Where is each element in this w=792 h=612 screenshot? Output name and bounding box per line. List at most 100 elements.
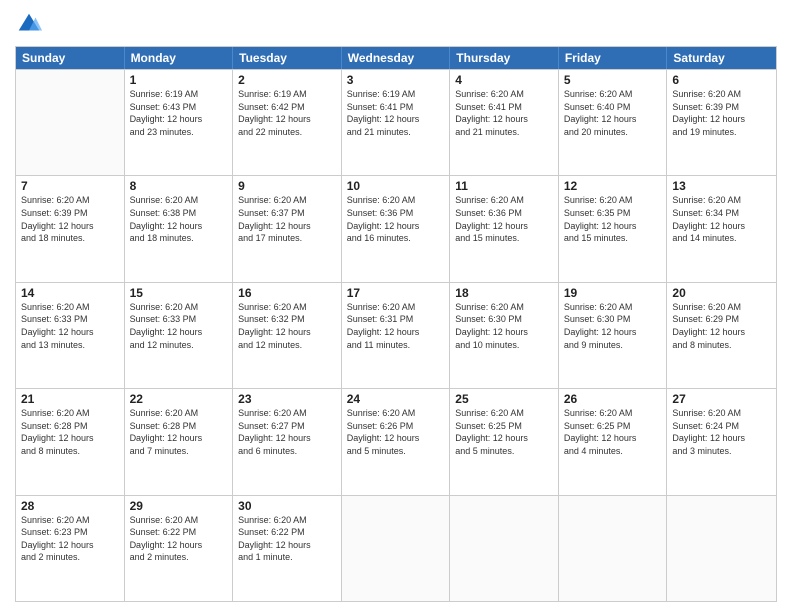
day-number: 18 xyxy=(455,286,553,300)
day-cell-27: 27Sunrise: 6:20 AM Sunset: 6:24 PM Dayli… xyxy=(667,389,776,494)
day-cell-11: 11Sunrise: 6:20 AM Sunset: 6:36 PM Dayli… xyxy=(450,176,559,281)
day-info: Sunrise: 6:19 AM Sunset: 6:43 PM Dayligh… xyxy=(130,88,228,138)
day-cell-23: 23Sunrise: 6:20 AM Sunset: 6:27 PM Dayli… xyxy=(233,389,342,494)
day-info: Sunrise: 6:20 AM Sunset: 6:39 PM Dayligh… xyxy=(672,88,771,138)
day-cell-26: 26Sunrise: 6:20 AM Sunset: 6:25 PM Dayli… xyxy=(559,389,668,494)
day-number: 26 xyxy=(564,392,662,406)
calendar-body: 1Sunrise: 6:19 AM Sunset: 6:43 PM Daylig… xyxy=(16,69,776,601)
day-info: Sunrise: 6:20 AM Sunset: 6:33 PM Dayligh… xyxy=(130,301,228,351)
day-info: Sunrise: 6:20 AM Sunset: 6:29 PM Dayligh… xyxy=(672,301,771,351)
day-number: 10 xyxy=(347,179,445,193)
day-info: Sunrise: 6:20 AM Sunset: 6:39 PM Dayligh… xyxy=(21,194,119,244)
day-number: 16 xyxy=(238,286,336,300)
day-number: 6 xyxy=(672,73,771,87)
day-info: Sunrise: 6:20 AM Sunset: 6:30 PM Dayligh… xyxy=(564,301,662,351)
day-info: Sunrise: 6:19 AM Sunset: 6:41 PM Dayligh… xyxy=(347,88,445,138)
day-cell-16: 16Sunrise: 6:20 AM Sunset: 6:32 PM Dayli… xyxy=(233,283,342,388)
day-cell-5: 5Sunrise: 6:20 AM Sunset: 6:40 PM Daylig… xyxy=(559,70,668,175)
logo-icon xyxy=(15,10,43,38)
day-cell-18: 18Sunrise: 6:20 AM Sunset: 6:30 PM Dayli… xyxy=(450,283,559,388)
day-info: Sunrise: 6:20 AM Sunset: 6:27 PM Dayligh… xyxy=(238,407,336,457)
empty-cell xyxy=(667,496,776,601)
day-cell-12: 12Sunrise: 6:20 AM Sunset: 6:35 PM Dayli… xyxy=(559,176,668,281)
day-number: 28 xyxy=(21,499,119,513)
day-cell-9: 9Sunrise: 6:20 AM Sunset: 6:37 PM Daylig… xyxy=(233,176,342,281)
day-cell-29: 29Sunrise: 6:20 AM Sunset: 6:22 PM Dayli… xyxy=(125,496,234,601)
day-number: 11 xyxy=(455,179,553,193)
day-number: 2 xyxy=(238,73,336,87)
day-cell-6: 6Sunrise: 6:20 AM Sunset: 6:39 PM Daylig… xyxy=(667,70,776,175)
day-header-wednesday: Wednesday xyxy=(342,47,451,69)
calendar-week-4: 21Sunrise: 6:20 AM Sunset: 6:28 PM Dayli… xyxy=(16,388,776,494)
day-cell-2: 2Sunrise: 6:19 AM Sunset: 6:42 PM Daylig… xyxy=(233,70,342,175)
empty-cell xyxy=(342,496,451,601)
day-info: Sunrise: 6:20 AM Sunset: 6:40 PM Dayligh… xyxy=(564,88,662,138)
day-number: 20 xyxy=(672,286,771,300)
calendar: SundayMondayTuesdayWednesdayThursdayFrid… xyxy=(15,46,777,602)
day-cell-22: 22Sunrise: 6:20 AM Sunset: 6:28 PM Dayli… xyxy=(125,389,234,494)
day-cell-24: 24Sunrise: 6:20 AM Sunset: 6:26 PM Dayli… xyxy=(342,389,451,494)
day-number: 8 xyxy=(130,179,228,193)
day-info: Sunrise: 6:20 AM Sunset: 6:32 PM Dayligh… xyxy=(238,301,336,351)
day-number: 29 xyxy=(130,499,228,513)
calendar-week-2: 7Sunrise: 6:20 AM Sunset: 6:39 PM Daylig… xyxy=(16,175,776,281)
day-header-sunday: Sunday xyxy=(16,47,125,69)
day-number: 21 xyxy=(21,392,119,406)
day-number: 12 xyxy=(564,179,662,193)
empty-cell xyxy=(559,496,668,601)
day-info: Sunrise: 6:20 AM Sunset: 6:23 PM Dayligh… xyxy=(21,514,119,564)
day-cell-10: 10Sunrise: 6:20 AM Sunset: 6:36 PM Dayli… xyxy=(342,176,451,281)
day-header-thursday: Thursday xyxy=(450,47,559,69)
day-cell-25: 25Sunrise: 6:20 AM Sunset: 6:25 PM Dayli… xyxy=(450,389,559,494)
day-cell-21: 21Sunrise: 6:20 AM Sunset: 6:28 PM Dayli… xyxy=(16,389,125,494)
day-info: Sunrise: 6:19 AM Sunset: 6:42 PM Dayligh… xyxy=(238,88,336,138)
day-header-tuesday: Tuesday xyxy=(233,47,342,69)
day-info: Sunrise: 6:20 AM Sunset: 6:34 PM Dayligh… xyxy=(672,194,771,244)
day-cell-19: 19Sunrise: 6:20 AM Sunset: 6:30 PM Dayli… xyxy=(559,283,668,388)
day-info: Sunrise: 6:20 AM Sunset: 6:41 PM Dayligh… xyxy=(455,88,553,138)
day-cell-15: 15Sunrise: 6:20 AM Sunset: 6:33 PM Dayli… xyxy=(125,283,234,388)
day-number: 23 xyxy=(238,392,336,406)
empty-cell xyxy=(16,70,125,175)
day-number: 14 xyxy=(21,286,119,300)
day-info: Sunrise: 6:20 AM Sunset: 6:26 PM Dayligh… xyxy=(347,407,445,457)
day-info: Sunrise: 6:20 AM Sunset: 6:33 PM Dayligh… xyxy=(21,301,119,351)
day-number: 13 xyxy=(672,179,771,193)
day-info: Sunrise: 6:20 AM Sunset: 6:24 PM Dayligh… xyxy=(672,407,771,457)
day-cell-28: 28Sunrise: 6:20 AM Sunset: 6:23 PM Dayli… xyxy=(16,496,125,601)
day-cell-17: 17Sunrise: 6:20 AM Sunset: 6:31 PM Dayli… xyxy=(342,283,451,388)
calendar-week-5: 28Sunrise: 6:20 AM Sunset: 6:23 PM Dayli… xyxy=(16,495,776,601)
day-info: Sunrise: 6:20 AM Sunset: 6:30 PM Dayligh… xyxy=(455,301,553,351)
day-number: 22 xyxy=(130,392,228,406)
day-number: 19 xyxy=(564,286,662,300)
day-number: 5 xyxy=(564,73,662,87)
day-number: 24 xyxy=(347,392,445,406)
day-header-friday: Friday xyxy=(559,47,668,69)
day-number: 4 xyxy=(455,73,553,87)
day-cell-20: 20Sunrise: 6:20 AM Sunset: 6:29 PM Dayli… xyxy=(667,283,776,388)
day-info: Sunrise: 6:20 AM Sunset: 6:28 PM Dayligh… xyxy=(130,407,228,457)
day-info: Sunrise: 6:20 AM Sunset: 6:38 PM Dayligh… xyxy=(130,194,228,244)
day-number: 25 xyxy=(455,392,553,406)
day-number: 30 xyxy=(238,499,336,513)
day-info: Sunrise: 6:20 AM Sunset: 6:36 PM Dayligh… xyxy=(455,194,553,244)
day-cell-1: 1Sunrise: 6:19 AM Sunset: 6:43 PM Daylig… xyxy=(125,70,234,175)
empty-cell xyxy=(450,496,559,601)
calendar-week-3: 14Sunrise: 6:20 AM Sunset: 6:33 PM Dayli… xyxy=(16,282,776,388)
day-number: 9 xyxy=(238,179,336,193)
header xyxy=(15,10,777,38)
logo xyxy=(15,10,47,38)
day-info: Sunrise: 6:20 AM Sunset: 6:25 PM Dayligh… xyxy=(564,407,662,457)
day-header-monday: Monday xyxy=(125,47,234,69)
day-number: 17 xyxy=(347,286,445,300)
calendar-week-1: 1Sunrise: 6:19 AM Sunset: 6:43 PM Daylig… xyxy=(16,69,776,175)
day-info: Sunrise: 6:20 AM Sunset: 6:36 PM Dayligh… xyxy=(347,194,445,244)
calendar-header-row: SundayMondayTuesdayWednesdayThursdayFrid… xyxy=(16,47,776,69)
day-info: Sunrise: 6:20 AM Sunset: 6:25 PM Dayligh… xyxy=(455,407,553,457)
day-cell-30: 30Sunrise: 6:20 AM Sunset: 6:22 PM Dayli… xyxy=(233,496,342,601)
day-header-saturday: Saturday xyxy=(667,47,776,69)
day-info: Sunrise: 6:20 AM Sunset: 6:28 PM Dayligh… xyxy=(21,407,119,457)
day-number: 15 xyxy=(130,286,228,300)
day-number: 27 xyxy=(672,392,771,406)
day-number: 1 xyxy=(130,73,228,87)
